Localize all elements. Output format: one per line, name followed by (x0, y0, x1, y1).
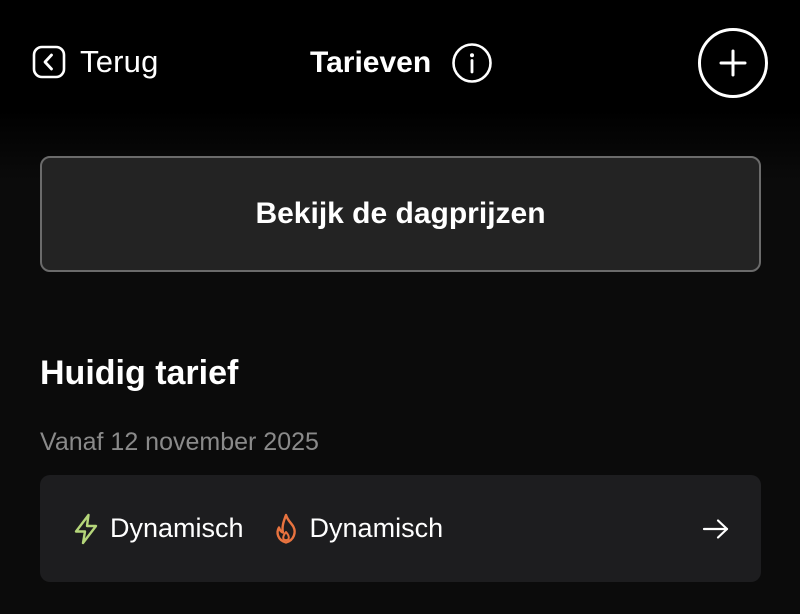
title-group: Tarieven (310, 40, 493, 86)
page-title: Tarieven (310, 46, 432, 79)
view-day-prices-button[interactable]: Bekijk de dagprijzen (40, 156, 761, 272)
add-tariff-button[interactable] (698, 28, 768, 98)
current-tariff-start-date: Vanaf 12 november 2025 (40, 428, 319, 456)
arrow-right-icon (702, 519, 729, 539)
back-label: Terug (80, 44, 159, 79)
lightning-icon (74, 513, 98, 544)
plus-icon (719, 49, 747, 77)
current-tariff-heading: Huidig tarief (40, 354, 239, 392)
electricity-tariff: Dynamisch (72, 513, 244, 545)
back-button[interactable]: Terug (32, 40, 159, 84)
chevron-left-box-icon (32, 45, 66, 79)
tariffs-screen: Terug Tarieven Bekijk de dagprijzen Huid… (0, 0, 800, 614)
gas-tariff-label: Dynamisch (309, 513, 444, 543)
header: Terug Tarieven (0, 0, 800, 120)
flame-icon (275, 513, 296, 544)
view-day-prices-label: Bekijk de dagprijzen (255, 197, 546, 230)
electricity-tariff-label: Dynamisch (110, 513, 244, 543)
current-tariff-card[interactable]: Dynamisch Dynamisch (40, 475, 761, 582)
gas-tariff: Dynamisch (272, 513, 444, 545)
tariff-chips: Dynamisch Dynamisch (72, 475, 471, 582)
info-icon[interactable] (451, 42, 493, 84)
